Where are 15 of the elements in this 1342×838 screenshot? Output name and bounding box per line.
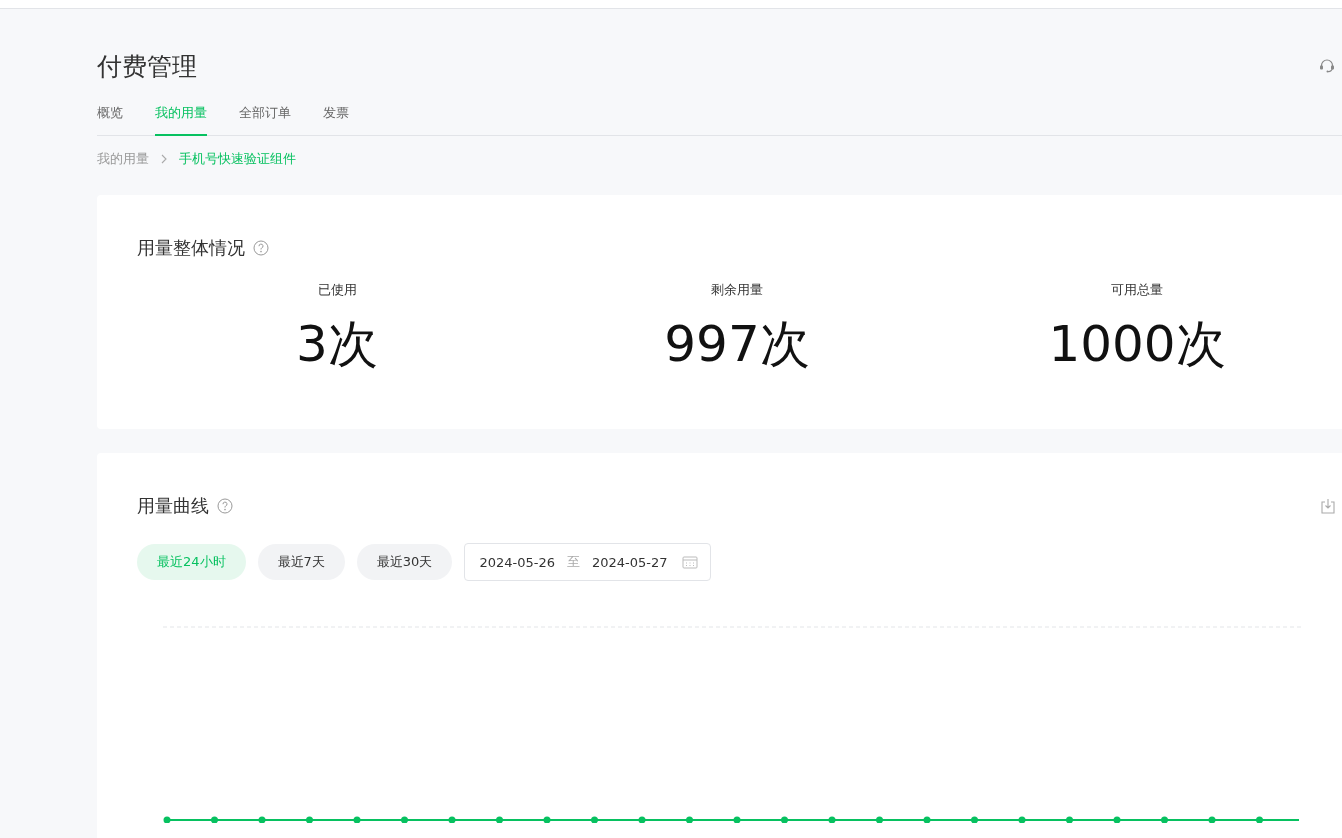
range-button[interactable]: 最近7天 — [257, 544, 345, 580]
range-button[interactable]: 最近30天 — [356, 544, 453, 580]
stat-value: 997次 — [664, 314, 810, 375]
stat-label: 可用总量 — [1111, 281, 1163, 299]
section-title: 用量曲线 — [137, 494, 209, 518]
page-title: 付费管理 — [97, 50, 197, 83]
section-title: 用量整体情况 — [137, 236, 245, 260]
stat-label: 已使用 — [317, 281, 357, 299]
stat-label: 剩余用量 — [711, 281, 763, 299]
date-range-field[interactable]: 2024-05-26 至 2024-05-27 — [464, 543, 711, 581]
stat-value: 3次 — [296, 314, 378, 375]
tab[interactable]: 概览 — [97, 104, 123, 136]
tab[interactable]: 发票 — [323, 104, 349, 136]
stat-value: 1000次 — [1048, 314, 1226, 375]
tab[interactable]: 全部订单 — [239, 104, 291, 136]
